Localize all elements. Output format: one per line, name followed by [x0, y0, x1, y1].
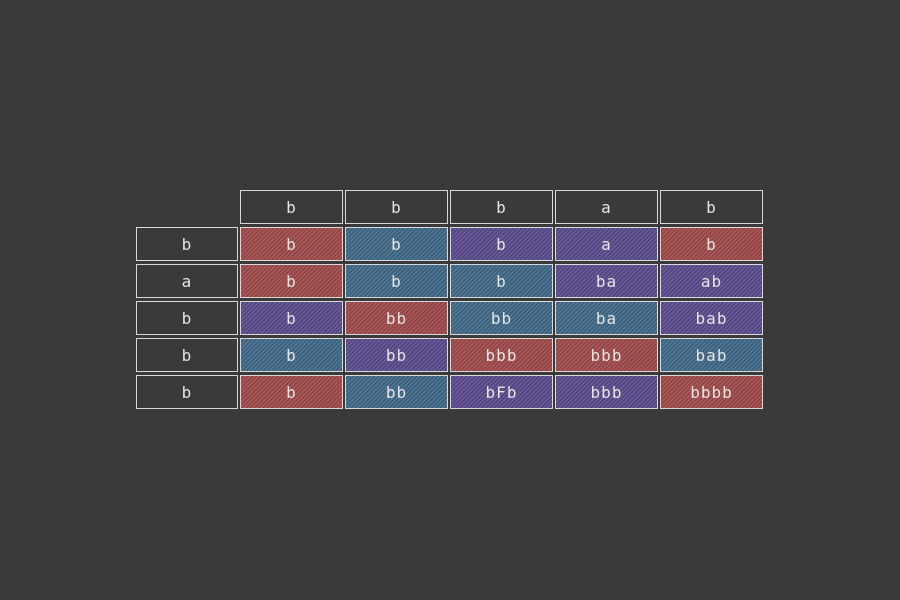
table-cell: ba — [555, 264, 658, 298]
table-cell: b — [345, 264, 448, 298]
table-cell: bb — [345, 375, 448, 409]
table-cell: bab — [660, 338, 763, 372]
row-header: b — [136, 301, 238, 335]
row-header: a — [136, 264, 238, 298]
table-cell: bbb — [555, 375, 658, 409]
column-header: b — [240, 190, 343, 224]
table-cell: bbb — [555, 338, 658, 372]
table-cell: ab — [660, 264, 763, 298]
column-header: b — [345, 190, 448, 224]
table-cell: ba — [555, 301, 658, 335]
table-cell: bFb — [450, 375, 553, 409]
table-cell: bab — [660, 301, 763, 335]
table-cell: b — [660, 227, 763, 261]
table-cell: a — [555, 227, 658, 261]
table-cell: bb — [345, 338, 448, 372]
table-cell: b — [345, 227, 448, 261]
row-header: b — [136, 227, 238, 261]
table-cell: bbbb — [660, 375, 763, 409]
table-cell: b — [450, 264, 553, 298]
table-cell: bb — [450, 301, 553, 335]
column-header: b — [450, 190, 553, 224]
row-header: b — [136, 338, 238, 372]
table-cell: b — [240, 264, 343, 298]
column-header: b — [660, 190, 763, 224]
table-cell: b — [240, 375, 343, 409]
column-header: a — [555, 190, 658, 224]
table-cell: b — [240, 338, 343, 372]
table-cell: bb — [345, 301, 448, 335]
table-cell: b — [450, 227, 553, 261]
table-cell: bbb — [450, 338, 553, 372]
table-cell: b — [240, 301, 343, 335]
table-cell: b — [240, 227, 343, 261]
alignment-table: b b b a b b a b b b b b b a b b b b ba ab b bb bb ba bab b bb bbb bb… — [0, 0, 900, 600]
row-header: b — [136, 375, 238, 409]
